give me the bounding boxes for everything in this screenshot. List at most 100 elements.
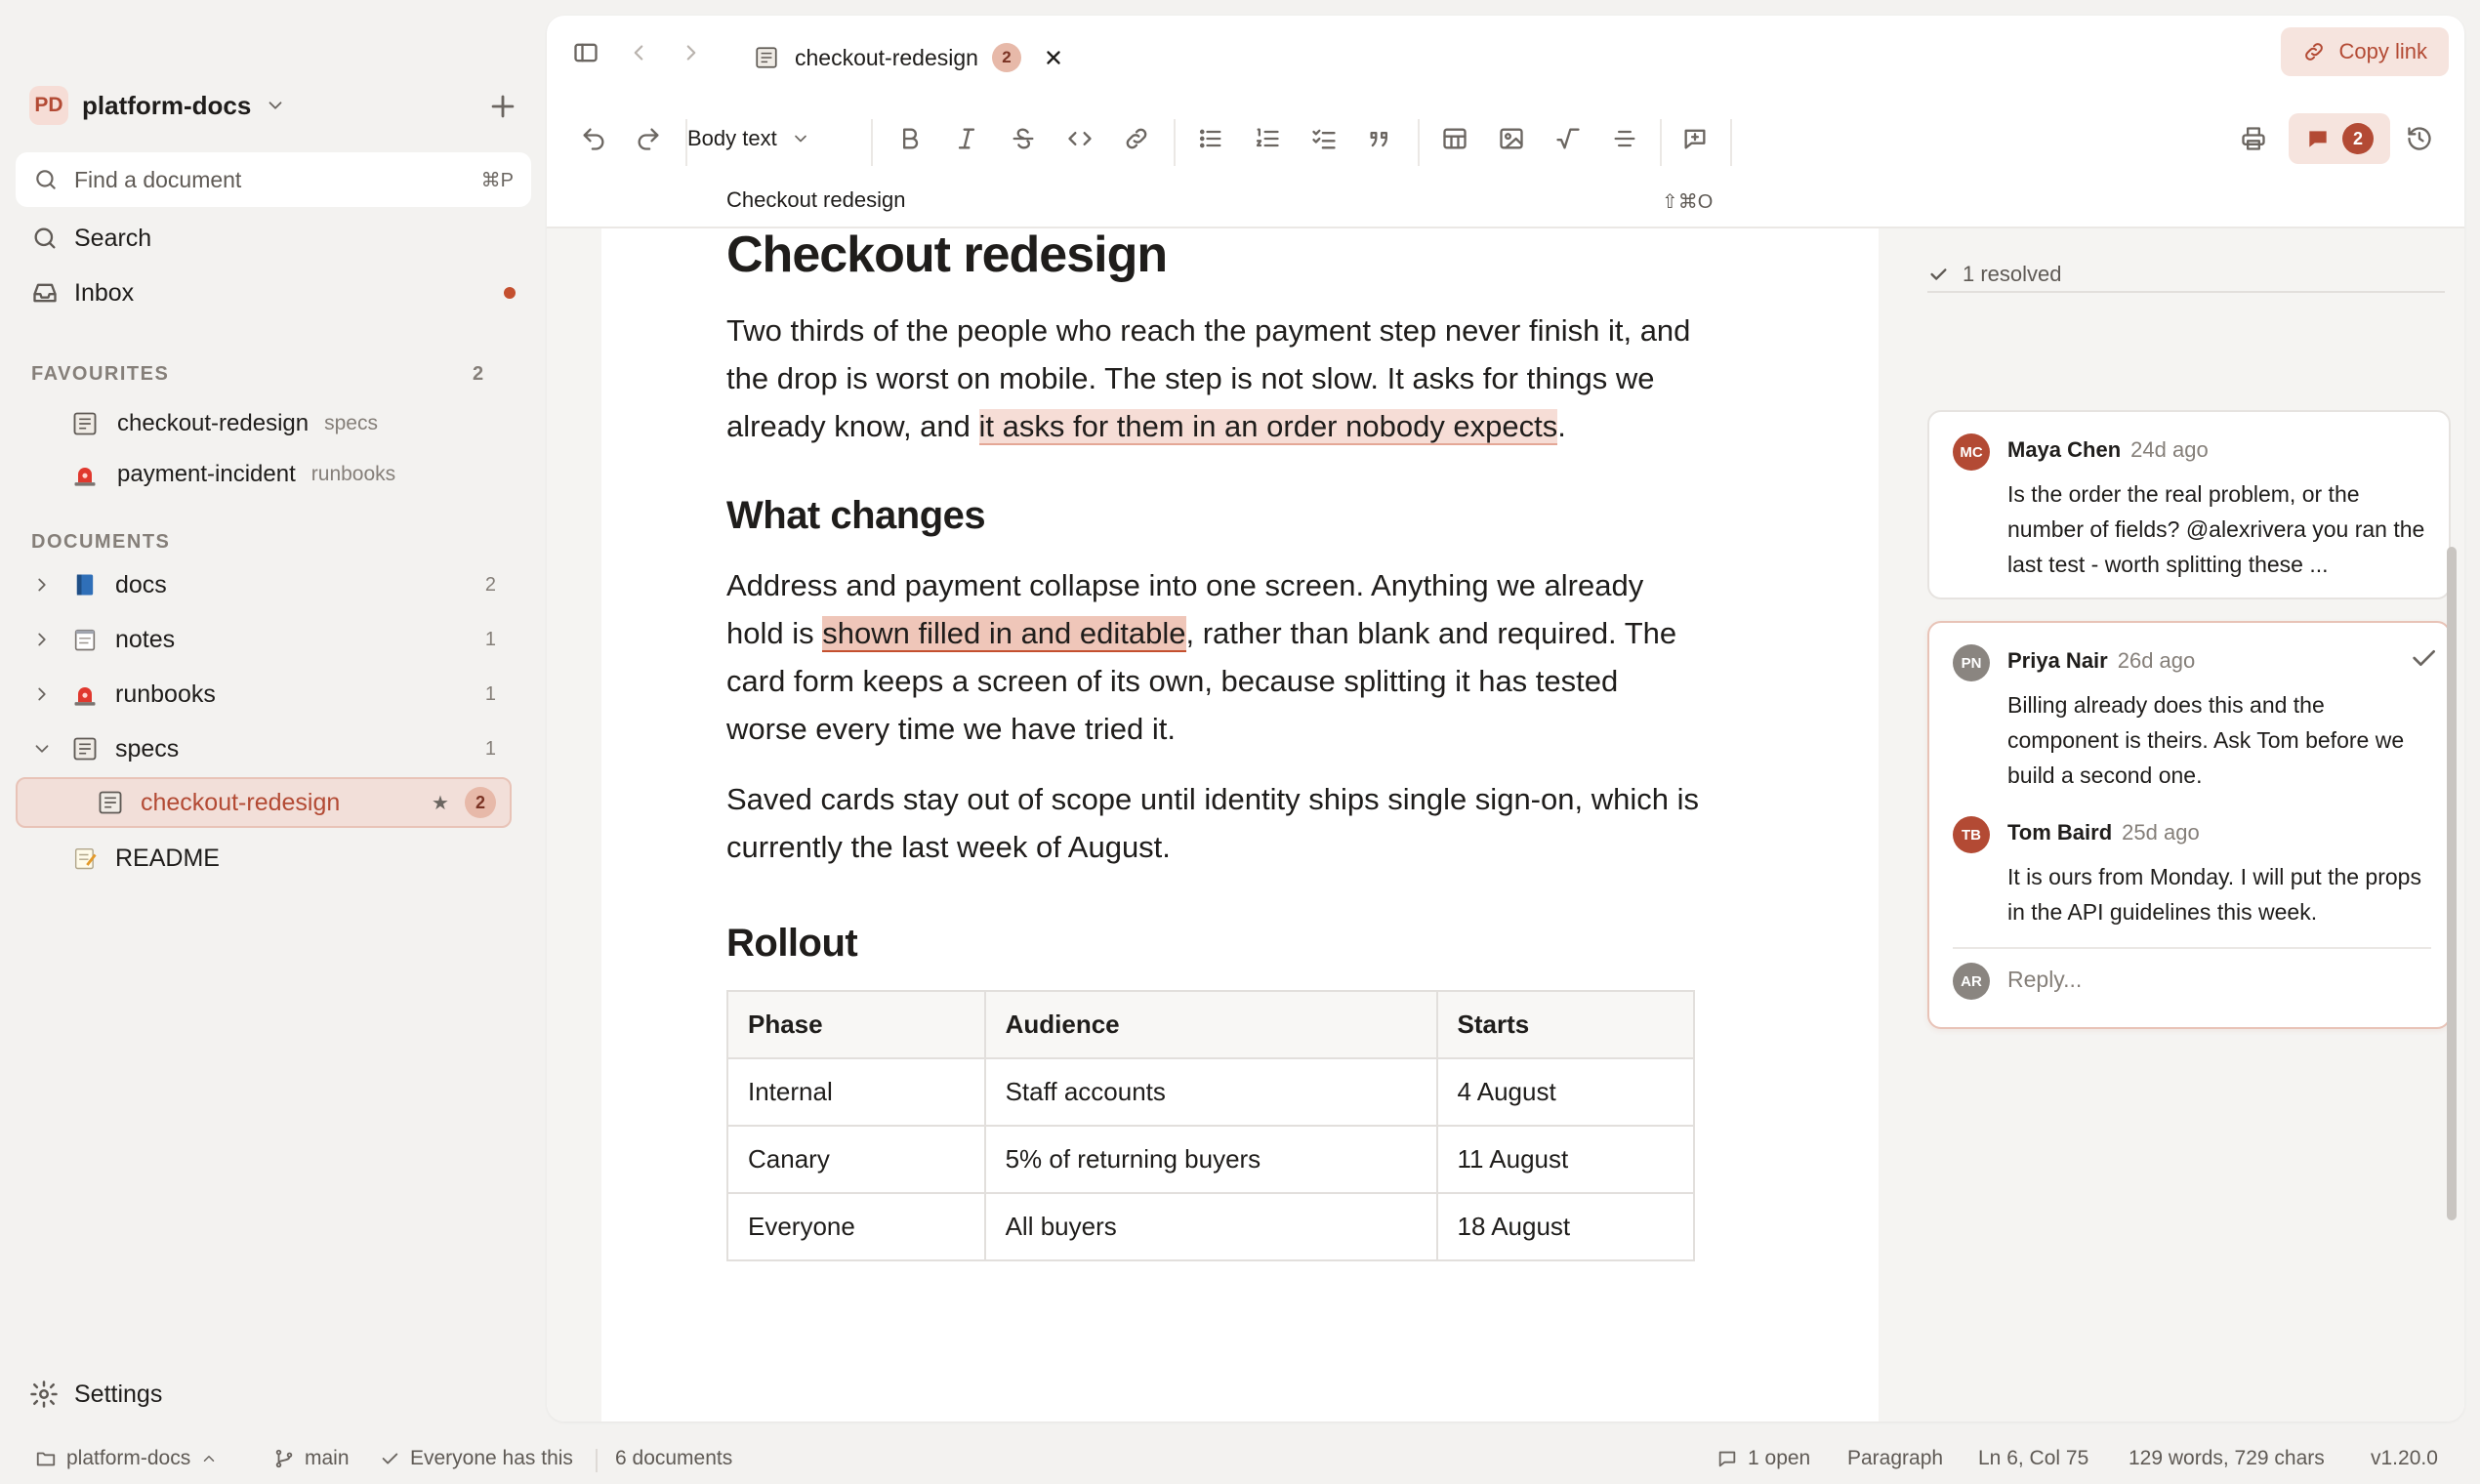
forward-button[interactable] [672,33,711,72]
reply-input[interactable] [2007,967,2418,993]
status-open-comments[interactable]: 1 open [1716,1447,1810,1470]
bold-button[interactable] [889,117,931,160]
spec-doc-icon [70,409,100,438]
status-branch[interactable]: main [273,1447,350,1470]
redo-button[interactable] [627,117,670,160]
chevron-left-icon [634,45,643,61]
favourite-item-checkout-redesign[interactable]: checkout-redesign specs [70,400,378,447]
find-document-search[interactable]: ⌘P [16,152,531,207]
resolved-comments-toggle[interactable]: 1 resolved [1927,258,2445,293]
table-cell: 5% of returning buyers [983,1125,1438,1194]
status-block-type[interactable]: Paragraph [1847,1447,1943,1470]
sidebar-settings[interactable]: Settings [29,1371,162,1418]
comment-icon [1718,1451,1736,1467]
strikethrough-icon [1013,128,1034,149]
code-icon [1068,132,1092,145]
back-button[interactable] [619,33,658,72]
checklist-button[interactable] [1302,117,1345,160]
add-comment-button[interactable] [1674,117,1716,160]
status-sharing[interactable]: Everyone has this [379,1447,573,1470]
chevron-down-icon [35,745,49,753]
insert-table-button[interactable] [1433,117,1476,160]
insert-image-button[interactable] [1490,117,1533,160]
sidebar-item-search[interactable]: Search [31,215,151,262]
comment-highlight[interactable]: it asks for them in an order nobody expe… [978,409,1558,445]
link-button[interactable] [1115,117,1158,160]
insert-math-button[interactable] [1547,117,1590,160]
comments-count-badge: 2 [2342,123,2374,154]
sidebar-item-inbox[interactable]: Inbox [31,269,134,316]
tab-label: checkout-redesign [795,44,978,70]
comment-time: 26d ago [2117,648,2196,673]
status-workspace[interactable]: platform-docs [35,1447,218,1470]
folder-name: runbooks [115,680,216,708]
new-document-plus-icon[interactable] [486,90,519,123]
comment-thread-active[interactable]: PN Priya Nair 26d ago Billing already doe… [1927,621,2451,1029]
chevron-down-icon [269,102,282,109]
insert-divider-button[interactable] [1603,117,1646,160]
sidebar-folder-specs[interactable]: specs 1 [31,723,516,774]
document-editor[interactable]: Checkout redesign Two thirds of the peop… [601,228,1879,1422]
chevron-down-icon [794,135,806,143]
close-icon[interactable] [1043,47,1064,68]
sidebar-folder-docs[interactable]: docs 2 [31,559,516,610]
undo-button[interactable] [572,117,615,160]
image-icon [1500,128,1523,149]
toggle-sidebar-button[interactable] [566,33,605,72]
toolbar-divider [1660,119,1662,166]
italic-button[interactable] [945,117,988,160]
inbox-unread-dot [504,287,516,299]
quote-button[interactable] [1359,117,1402,160]
comment-highlight-active[interactable]: shown filled in and editable [822,616,1186,652]
sidebar-folder-runbooks[interactable]: runbooks 1 [31,669,516,720]
strikethrough-button[interactable] [1002,117,1045,160]
comments-panel-toggle[interactable]: 2 [2289,113,2390,164]
favourite-item-payment-incident[interactable]: payment-incident runbooks [70,451,395,498]
find-document-input[interactable] [74,166,481,193]
sidebar-folder-notes[interactable]: notes 1 [31,614,516,665]
numbered-list-button[interactable] [1246,117,1289,160]
workspace-switcher[interactable]: PD platform-docs [29,82,286,129]
block-style-select[interactable]: Body text [678,117,820,160]
bullet-list-button[interactable] [1189,117,1232,160]
print-button[interactable] [2232,117,2275,160]
status-doc-count: 6 documents [615,1447,732,1470]
inline-code-button[interactable] [1058,117,1101,160]
sidebar-doc-readme[interactable]: README [31,833,516,884]
find-document-shortcut: ⌘P [480,169,514,191]
resolve-check-icon[interactable] [2408,642,2439,674]
favourite-name: checkout-redesign [117,410,310,436]
history-button[interactable] [2398,117,2441,160]
horizontal-rule-icon [1614,130,1635,147]
workspace-badge: PD [29,86,68,125]
paragraph: Two thirds of the people who reach the p… [726,307,1703,450]
memo-icon [70,844,100,873]
bold-icon [903,128,919,149]
spec-doc-icon [70,734,100,763]
sidebar-doc-checkout-redesign[interactable]: checkout-redesign ★ 2 [16,777,512,828]
avatar: AR [1953,963,1990,1000]
tab-checkout-redesign[interactable]: checkout-redesign 2 [734,31,1082,84]
sidebar-toggle-icon [574,43,598,62]
status-block-type-label: Paragraph [1847,1447,1944,1469]
comments-scrollbar[interactable] [2447,547,2457,1220]
rollout-table: Phase Audience Starts Internal Staff acc… [726,990,1695,1261]
folder-count: 1 [484,628,496,650]
notepad-icon [70,625,100,654]
checklist-icon [1312,129,1336,149]
favourites-heading: FAVOURITES [31,363,170,385]
status-version: v1.20.0 [2371,1447,2438,1470]
table-cell: 18 August [1435,1192,1695,1261]
comment-thread[interactable]: MC Maya Chen 24d ago Is the order the rea… [1927,410,2451,599]
resolved-label: 1 resolved [1963,262,2062,286]
outline-current-heading[interactable]: Checkout redesign [726,187,905,213]
reply-row: AR [1953,947,2431,1006]
heading-what-changes: What changes [726,494,986,537]
copy-link-button[interactable]: Copy link [2280,27,2449,76]
folder-icon [36,1452,56,1466]
workspace-name: platform-docs [82,90,252,120]
folder-name: notes [115,625,176,653]
table-icon [1443,128,1467,149]
git-branch-icon [275,1449,293,1468]
favourite-star-icon[interactable]: ★ [432,791,449,815]
